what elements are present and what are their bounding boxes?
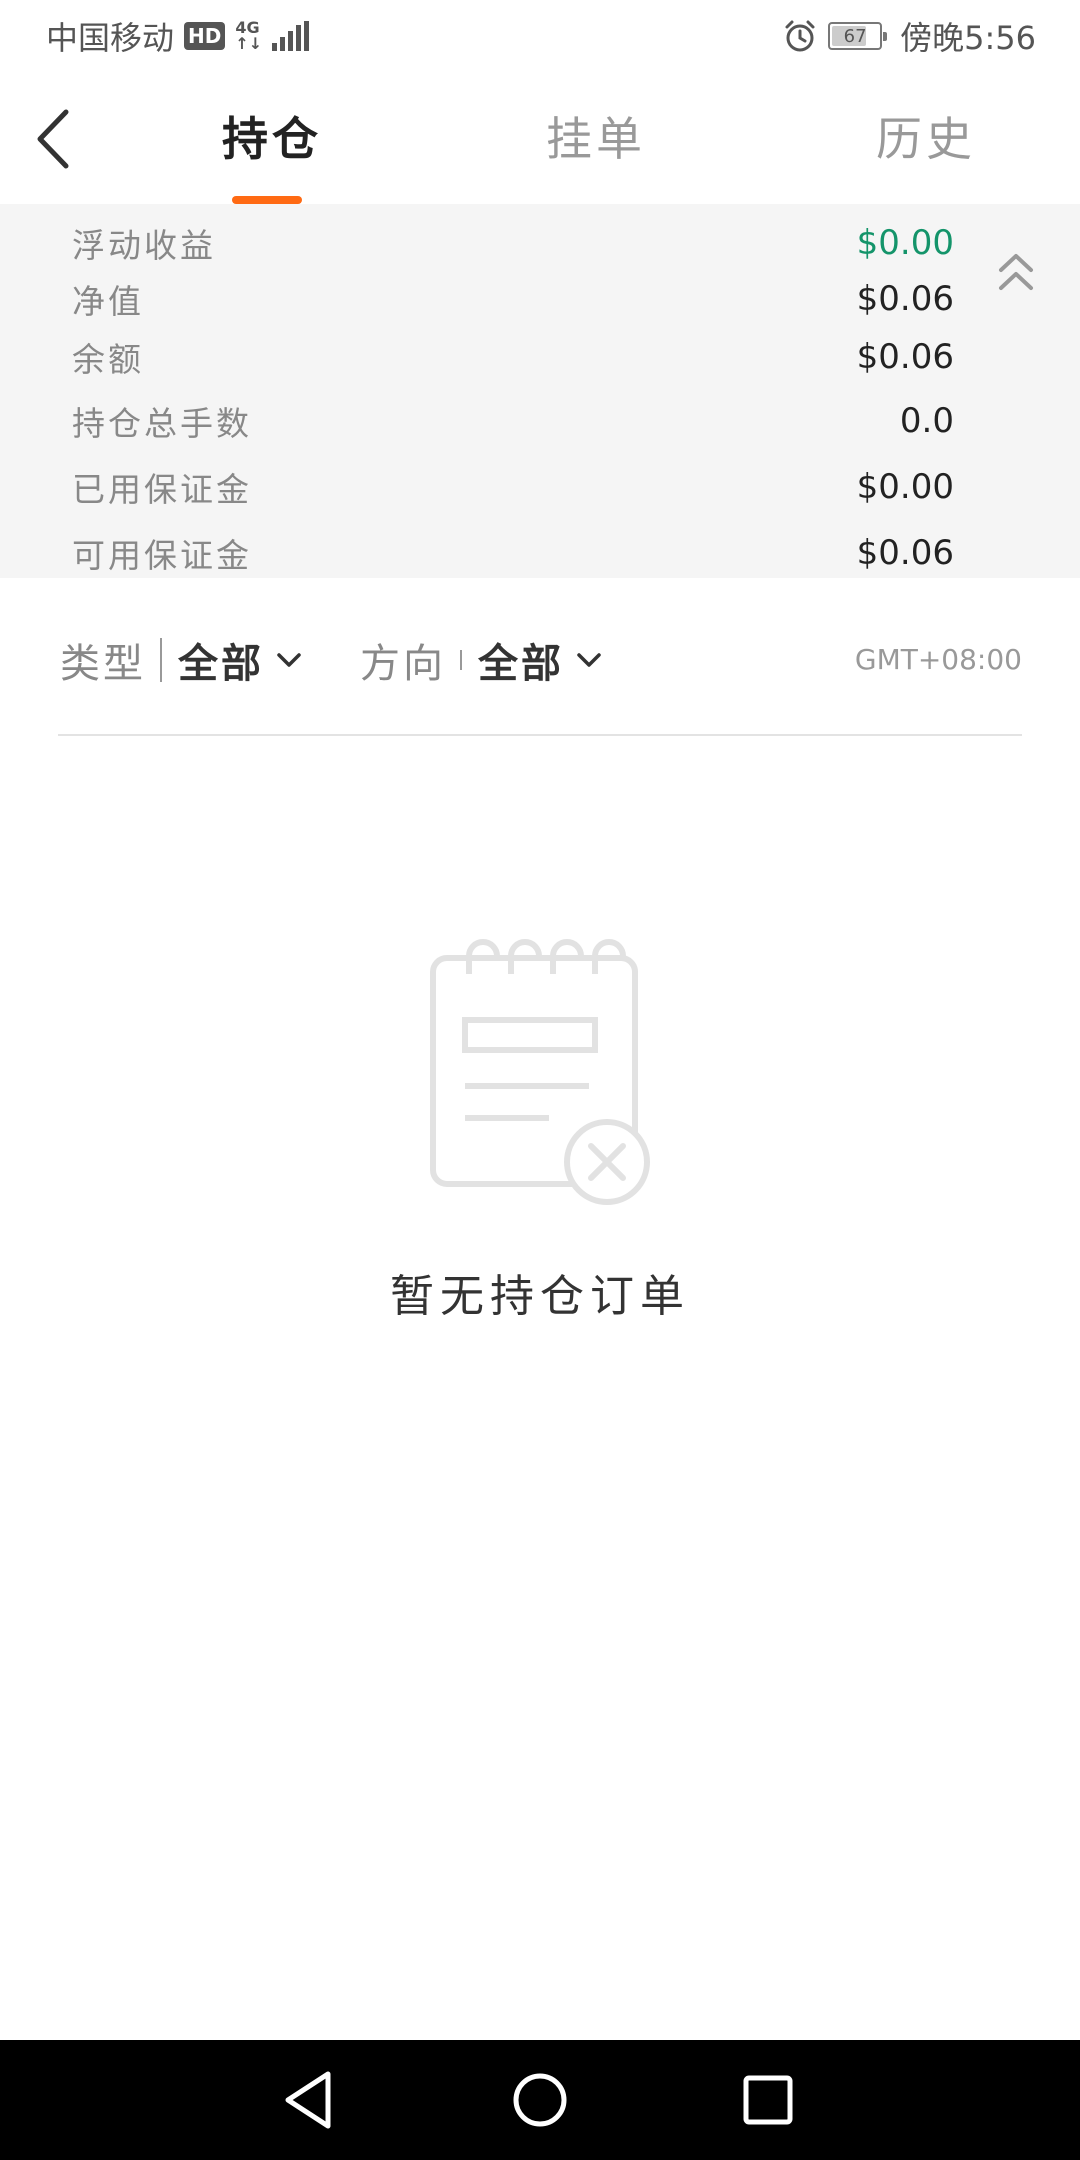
status-left: 中国移动 HD 4G ↑↓: [46, 13, 310, 59]
tab-positions[interactable]: 持仓: [222, 104, 322, 174]
summary-value: 0.0: [899, 401, 954, 441]
filter-separator: [460, 650, 462, 670]
type-filter-dropdown[interactable]: 类型 全部: [60, 620, 302, 700]
filter-divider: [58, 734, 1022, 736]
active-tab-indicator: [232, 196, 302, 204]
signal-icon: [272, 21, 310, 51]
network-activity: ↑↓: [235, 34, 263, 53]
tab-pending-orders[interactable]: 挂单: [546, 104, 646, 174]
summary-row-used-margin: 已用保证金 $0.00: [72, 462, 954, 512]
summary-label: 浮动收益: [72, 226, 216, 265]
alarm-icon: [785, 20, 815, 52]
system-navigation-bar: [0, 2040, 1080, 2160]
filter-separator: [160, 638, 162, 682]
nav-home-icon[interactable]: [504, 2064, 576, 2136]
summary-label: 余额: [72, 340, 144, 379]
summary-row-floating-pnl: 浮动收益 $0.00: [72, 218, 954, 268]
nav-back-icon[interactable]: [274, 2064, 346, 2136]
direction-filter-value: 全部: [478, 641, 564, 687]
empty-notepad-icon: [430, 939, 650, 1205]
direction-filter-dropdown[interactable]: 方向 全部: [360, 620, 602, 700]
summary-row-balance: 余额 $0.06: [72, 332, 954, 382]
summary-value: $0.00: [856, 467, 954, 507]
tab-header: 持仓 挂单 历史: [0, 72, 1080, 204]
chevron-down-icon: [577, 653, 601, 667]
network-type-badge: 4G ↑↓: [235, 20, 262, 52]
account-summary-panel: 浮动收益 $0.00 净值 $0.06 余额 $0.06 持仓总手数 0.0 已…: [0, 204, 1080, 578]
tab-history[interactable]: 历史: [876, 104, 976, 174]
carrier-name: 中国移动: [46, 19, 175, 57]
status-bar: 中国移动 HD 4G ↑↓ 67 傍晚5:56: [0, 0, 1080, 72]
status-right: 67 傍晚5:56: [782, 13, 1036, 59]
summary-row-equity: 净值 $0.06: [72, 274, 954, 324]
summary-label: 净值: [72, 282, 144, 321]
direction-filter-label: 方向: [360, 641, 446, 687]
summary-value: $0.06: [856, 337, 954, 377]
empty-state-message: 暂无持仓订单: [390, 1271, 690, 1322]
filter-bar: 类型 全部 方向 全部 GMT+08:00: [60, 620, 1022, 700]
timezone-label: GMT+08:00: [854, 643, 1022, 676]
back-arrow-icon[interactable]: [30, 106, 80, 172]
nav-recents-icon[interactable]: [732, 2064, 804, 2136]
summary-row-total-lots: 持仓总手数 0.0: [72, 396, 954, 446]
chevron-down-icon: [277, 653, 301, 667]
type-filter-label: 类型: [60, 641, 146, 687]
summary-label: 可用保证金: [72, 536, 252, 575]
summary-value: $0.00: [856, 223, 954, 263]
battery-icon: 67: [828, 22, 888, 50]
type-filter-value: 全部: [178, 641, 264, 687]
collapse-chevron-up-icon[interactable]: [996, 248, 1036, 300]
summary-value: $0.06: [856, 533, 954, 573]
hd-badge: HD: [184, 22, 226, 50]
battery-level: 67: [843, 25, 867, 47]
summary-row-free-margin: 可用保证金 $0.06: [72, 528, 954, 578]
clock: 傍晚5:56: [900, 19, 1036, 57]
summary-label: 持仓总手数: [72, 404, 252, 443]
summary-value: $0.06: [856, 279, 954, 319]
summary-label: 已用保证金: [72, 470, 252, 509]
